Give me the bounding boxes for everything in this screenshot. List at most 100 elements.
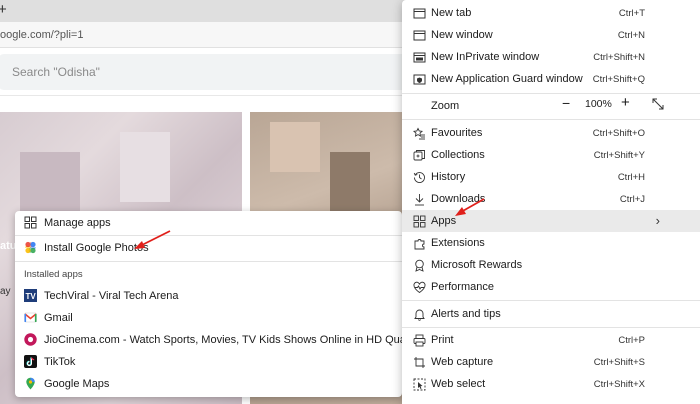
menu-shortcut: Ctrl+Shift+Q [592, 74, 645, 85]
menu-item-history[interactable]: History Ctrl+H [402, 166, 700, 188]
menu-shortcut: Ctrl+T [618, 8, 645, 19]
menu-item-downloads[interactable]: Downloads Ctrl+J [402, 188, 700, 210]
annotation-arrow-icon [455, 198, 485, 216]
favourites-icon [413, 127, 425, 140]
menu-item-favourites[interactable]: Favourites Ctrl+Shift+O [402, 122, 700, 144]
new-tab-icon [413, 8, 426, 19]
extensions-icon [414, 239, 425, 250]
techviral-icon: TV [24, 289, 37, 302]
installed-app-item[interactable]: TV TechViral - Viral Tech Arena [15, 285, 402, 307]
web-select-icon [413, 378, 426, 391]
divider [402, 300, 700, 301]
manage-apps-label: Manage apps [44, 217, 111, 229]
installed-app-label: Google Maps [44, 378, 110, 390]
menu-item-microsoft-rewards[interactable]: Microsoft Rewards [402, 254, 700, 276]
new-tab-button[interactable]: + [0, 1, 7, 18]
divider [402, 327, 700, 328]
jiocinema-icon [24, 333, 37, 346]
menu-item-alerts-tips[interactable]: Alerts and tips [402, 303, 700, 325]
menu-label: Microsoft Rewards [431, 259, 523, 271]
install-google-photos-item[interactable]: Install Google Photos [15, 237, 402, 259]
divider [402, 119, 700, 120]
new-window-icon [413, 30, 426, 41]
bell-icon [414, 309, 425, 321]
menu-shortcut: Ctrl+Shift+X [593, 379, 645, 390]
menu-item-collections[interactable]: Collections Ctrl+Shift+Y [402, 144, 700, 166]
menu-item-new-tab[interactable]: New tab Ctrl+T [402, 2, 700, 24]
menu-label: New Application Guard window [431, 73, 583, 85]
menu-shortcut: Ctrl+Shift+N [593, 52, 645, 63]
installed-app-label: Gmail [44, 312, 73, 324]
installed-app-item[interactable]: Gmail [15, 307, 402, 329]
menu-item-share[interactable] [402, 395, 700, 404]
zoom-value: 100% [585, 98, 612, 110]
history-icon [413, 172, 425, 183]
menu-item-print[interactable]: Print Ctrl+P [402, 329, 700, 351]
google-photos-icon [25, 241, 36, 254]
menu-shortcut: Ctrl+Shift+Y [593, 150, 645, 161]
menu-item-web-capture[interactable]: Web capture Ctrl+Shift+S [402, 351, 700, 373]
page-search-placeholder: Search "Odisha" [12, 65, 100, 79]
share-icon [413, 400, 426, 404]
menu-label: New InPrivate window [431, 51, 540, 63]
menu-item-new-inprivate[interactable]: New InPrivate window Ctrl+Shift+N [402, 46, 700, 68]
zoom-out-button[interactable]: − [562, 95, 570, 111]
divider [15, 235, 402, 236]
svg-text:TV: TV [26, 292, 37, 301]
apps-icon [413, 215, 426, 228]
installed-apps-heading: Installed apps [24, 269, 83, 280]
zoom-label: Zoom [431, 100, 460, 112]
zoom-in-button[interactable]: + [621, 94, 630, 111]
chevron-right-icon: › [655, 213, 660, 228]
background-text: ay [0, 286, 11, 297]
menu-shortcut: Ctrl+N [617, 30, 645, 41]
menu-label: Web capture [431, 356, 494, 368]
inprivate-icon [413, 52, 426, 63]
menu-item-new-window[interactable]: New window Ctrl+N [402, 24, 700, 46]
settings-menu: New tab Ctrl+T New window Ctrl+N New InP… [402, 0, 700, 404]
url-field[interactable]: oogle.com/?pli=1 [0, 29, 83, 41]
gmail-icon [24, 312, 37, 323]
menu-label: Favourites [431, 127, 483, 139]
annotation-arrow-icon [134, 230, 171, 249]
menu-label: New window [431, 29, 493, 41]
rewards-icon [415, 259, 424, 272]
web-capture-icon [414, 357, 425, 368]
divider [402, 93, 700, 94]
menu-item-zoom: Zoom − 100% + [402, 94, 700, 117]
menu-shortcut: Ctrl+Shift+O [592, 128, 645, 139]
installed-app-label: TikTok [44, 356, 76, 368]
manage-apps-icon [24, 216, 37, 229]
download-icon [415, 194, 424, 206]
menu-label: Print [431, 334, 454, 346]
installed-app-label: TechViral - Viral Tech Arena [44, 290, 179, 302]
menu-shortcut: Ctrl+J [619, 194, 645, 205]
menu-label: History [431, 171, 466, 183]
page-search-bar[interactable]: Search "Odisha" [0, 54, 418, 90]
google-maps-icon [26, 377, 35, 390]
application-guard-icon [413, 74, 426, 85]
menu-shortcut: Ctrl+P [618, 335, 645, 346]
menu-item-performance[interactable]: Performance [402, 276, 700, 298]
menu-label: Performance [431, 281, 494, 293]
print-icon [413, 334, 426, 347]
manage-apps-item[interactable]: Manage apps [15, 212, 402, 234]
menu-shortcut: Ctrl+Shift+S [593, 357, 645, 368]
menu-item-apps[interactable]: Apps › [402, 210, 700, 232]
menu-label: Extensions [431, 237, 485, 249]
installed-app-label: JioCinema.com - Watch Sports, Movies, TV… [44, 334, 420, 346]
menu-label: Alerts and tips [431, 308, 501, 320]
menu-shortcut: Ctrl+H [617, 172, 645, 183]
installed-app-item[interactable]: TikTok [15, 351, 402, 373]
menu-item-extensions[interactable]: Extensions [402, 232, 700, 254]
menu-item-web-select[interactable]: Web select Ctrl+Shift+X [402, 373, 700, 395]
divider [15, 261, 402, 262]
menu-item-application-guard[interactable]: New Application Guard window Ctrl+Shift+… [402, 68, 700, 90]
menu-label: New tab [431, 7, 472, 19]
collections-icon [413, 150, 425, 161]
fullscreen-icon[interactable] [651, 97, 665, 111]
menu-label: Collections [431, 149, 485, 161]
installed-app-item[interactable]: Google Maps [15, 373, 402, 395]
performance-icon [413, 281, 426, 294]
installed-app-item[interactable]: JioCinema.com - Watch Sports, Movies, TV… [15, 329, 419, 351]
